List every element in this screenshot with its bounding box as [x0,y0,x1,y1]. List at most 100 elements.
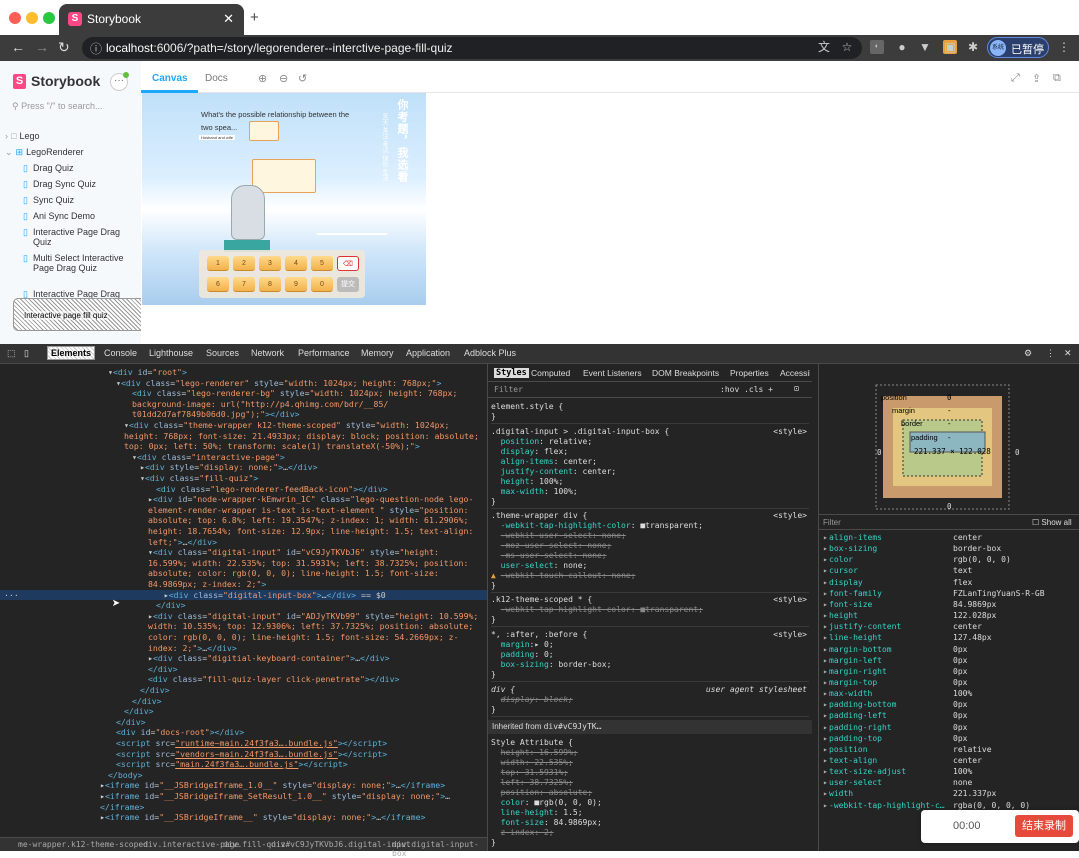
dom-node[interactable]: <script src="main.24f3fa3….bundle.js"></… [0,759,487,770]
dom-node[interactable]: <div class="lego-renderer-bg" style="wid… [0,388,487,399]
close-devtools-icon[interactable]: ✕ [1064,348,1072,359]
computed-property-row[interactable]: ▸ box-sizing border-box [823,543,1078,554]
tab-computed[interactable]: Computed [531,368,570,378]
computed-filter-input[interactable]: Filter ☐ Show all [819,514,1079,530]
tab-dom-breakpoints[interactable]: DOM Breakpoints [652,368,719,378]
computed-property-row[interactable]: ▸ width 221.337px [823,788,1078,799]
tab-performance[interactable]: Performance [298,348,350,358]
extension-off-icon[interactable]: ◐ [870,40,884,54]
stop-recording-button[interactable]: 结束录制 [1015,815,1073,837]
minimize-window-button[interactable] [26,12,38,24]
computed-property-row[interactable]: ▸ cursor text [823,565,1078,576]
tab-application[interactable]: Application [406,348,450,358]
dom-node[interactable]: ▾<div class="theme-wrapper k12-theme-sco… [0,420,487,431]
browser-tab[interactable]: S Storybook ✕ [59,4,244,35]
style-rule-k12-theme[interactable]: .k12-theme-scoped * {<style> -webkit-tap… [491,595,809,627]
computed-property-row[interactable]: ▸ padding-left 0px [823,710,1078,721]
breadcrumb-item[interactable]: div.digital-input-box [392,840,487,858]
tab-event-listeners[interactable]: Event Listeners [583,368,642,378]
computed-property-row[interactable]: ▸ padding-bottom 0px [823,699,1078,710]
style-attribute-rule[interactable]: Style Attribute { height: 16.599%; width… [491,738,809,847]
storybook-logo[interactable]: S Storybook [13,73,100,89]
bm-content-size[interactable]: 221.337 × 122.028 [914,447,991,456]
style-rule-theme-wrapper[interactable]: .theme-wrapper div {<style> -webkit-tap-… [491,511,809,593]
sidebar-search-input[interactable]: ⚲ Press "/" to search... [12,101,103,112]
key-9[interactable]: 9 [285,277,307,292]
inherited-node-link[interactable]: div#vC9JyTK… [544,722,602,731]
sidebar-menu-button[interactable]: ··· [110,72,129,91]
tab-console[interactable]: Console [104,348,137,358]
tab-network[interactable]: Network [251,348,284,358]
elements-tree[interactable]: ▾<div id="root"> ▾<div class="lego-rende… [0,364,487,839]
style-rule-user-agent[interactable]: div {user agent stylesheet display: bloc… [491,685,809,717]
dom-node[interactable]: ▾<div class="fill-quiz"> [0,473,487,484]
close-tab-icon[interactable]: ✕ [223,11,234,27]
dom-node[interactable]: ▸<iframe id="__JSBridgeIframe_1.0__" sty… [0,780,487,791]
key-4[interactable]: 4 [285,256,307,271]
address-bar[interactable]: ⓘ localhost:6006/?path=/story/legorender… [82,37,862,59]
computed-property-row[interactable]: ▸ padding-right 0px [823,722,1078,733]
computed-property-row[interactable]: ▸ text-align center [823,755,1078,766]
computed-property-row[interactable]: ▸ display flex [823,577,1078,588]
computed-property-row[interactable]: ▸ padding-top 0px [823,733,1078,744]
fullscreen-icon[interactable]: ⤢ [1011,72,1020,85]
tab-adblock-plus[interactable]: Adblock Plus [464,348,516,358]
tab-docs[interactable]: Docs [205,73,228,84]
story-multi-select-drag-quiz[interactable]: ▯ Multi Select Interactive Page Drag Quiz [23,253,128,273]
share-icon[interactable]: ⇪ [1032,72,1041,85]
zoom-reset-icon[interactable]: ↺ [298,72,307,85]
computed-property-row[interactable]: ▸ -webkit-tap-highlight-c… rgba(0, 0, 0, 0… [823,800,1078,811]
styles-filter-input[interactable]: Filter :hov .cls + ⊡ [488,382,812,398]
computed-property-row[interactable]: ▸ position relative [823,744,1078,755]
reload-icon[interactable]: ↻ [58,39,70,56]
dom-node[interactable]: ▾<div class="interactive-page"> [0,452,487,463]
bookmark-star-icon[interactable]: ☆ [840,40,854,54]
dom-node[interactable]: <div class="fill-quiz-layer click-penetr… [0,674,487,685]
info-icon[interactable]: ⓘ [90,40,102,57]
forward-icon[interactable]: → [35,39,49,55]
dom-node[interactable]: ▸<div style="display: none;">…</div> [0,462,487,473]
extension-circle-icon[interactable]: ● [895,40,909,54]
computed-property-row[interactable]: ▸ align-items center [823,532,1078,543]
dom-node[interactable]: ▸<div class="digitial-keyboard-container… [0,653,487,664]
computed-property-row[interactable]: ▸ margin-right 0px [823,666,1078,677]
tab-sources[interactable]: Sources [206,348,239,358]
extension-vue-icon[interactable]: ▼ [918,40,932,54]
translate-icon[interactable]: 文 [817,40,831,54]
computed-property-row[interactable]: ▸ text-size-adjust 100% [823,766,1078,777]
more-menu-icon[interactable]: ⋮ [1057,40,1071,54]
more-options-icon[interactable]: ⋮ [1046,348,1055,359]
tab-properties[interactable]: Properties [730,368,769,378]
computed-property-row[interactable]: ▸ margin-top 0px [823,677,1078,688]
key-3[interactable]: 3 [259,256,281,271]
computed-property-row[interactable]: ▸ line-height 127.48px [823,632,1078,643]
key-5[interactable]: 5 [311,256,333,271]
dom-node[interactable]: <script src="runtime~main.24f3fa3….bundl… [0,738,487,749]
key-0[interactable]: 0 [311,277,333,292]
new-tab-icon[interactable]: + [250,9,259,26]
key-8[interactable]: 8 [259,277,281,292]
dom-node[interactable]: <div id="docs-root"></div> [0,727,487,738]
dom-node[interactable]: ▾<div id="root"> [0,367,487,378]
back-icon[interactable]: ← [11,39,25,55]
computed-property-row[interactable]: ▸ font-size 84.9869px [823,599,1078,610]
style-rule-element[interactable]: element.style {} [491,402,809,424]
submit-key[interactable]: 提交 [337,277,359,292]
extensions-puzzle-icon[interactable]: ✱ [966,40,980,54]
profile-button[interactable]: 系统 已暂停 [987,37,1049,58]
toggle-sidebar-icon[interactable]: ⊡ [794,384,799,393]
computed-property-row[interactable]: ▸ margin-left 0px [823,655,1078,666]
tab-lighthouse[interactable]: Lighthouse [149,348,193,358]
settings-gear-icon[interactable]: ⚙ [1024,348,1032,359]
story-interactive-page-drag-quiz[interactable]: ▯ Interactive Page Drag Quiz [23,227,128,247]
tab-accessibility[interactable]: Accessibility [780,368,810,378]
computed-property-row[interactable]: ▸ color rgb(0, 0, 0) [823,554,1078,565]
dom-node[interactable]: <div class="lego-renderer-feedBack-icon"… [0,484,487,495]
digital-input-box-1[interactable] [249,121,279,141]
computed-property-row[interactable]: ▸ margin-bottom 0px [823,644,1078,655]
maximize-window-button[interactable] [43,12,55,24]
dom-node[interactable]: ▾<div class="lego-renderer" style="width… [0,378,487,389]
key-1[interactable]: 1 [207,256,229,271]
dom-node[interactable]: ▾<div class="digital-input" id="vC9JyTKV… [0,547,487,558]
device-toggle-icon[interactable]: ▯ [24,348,29,359]
